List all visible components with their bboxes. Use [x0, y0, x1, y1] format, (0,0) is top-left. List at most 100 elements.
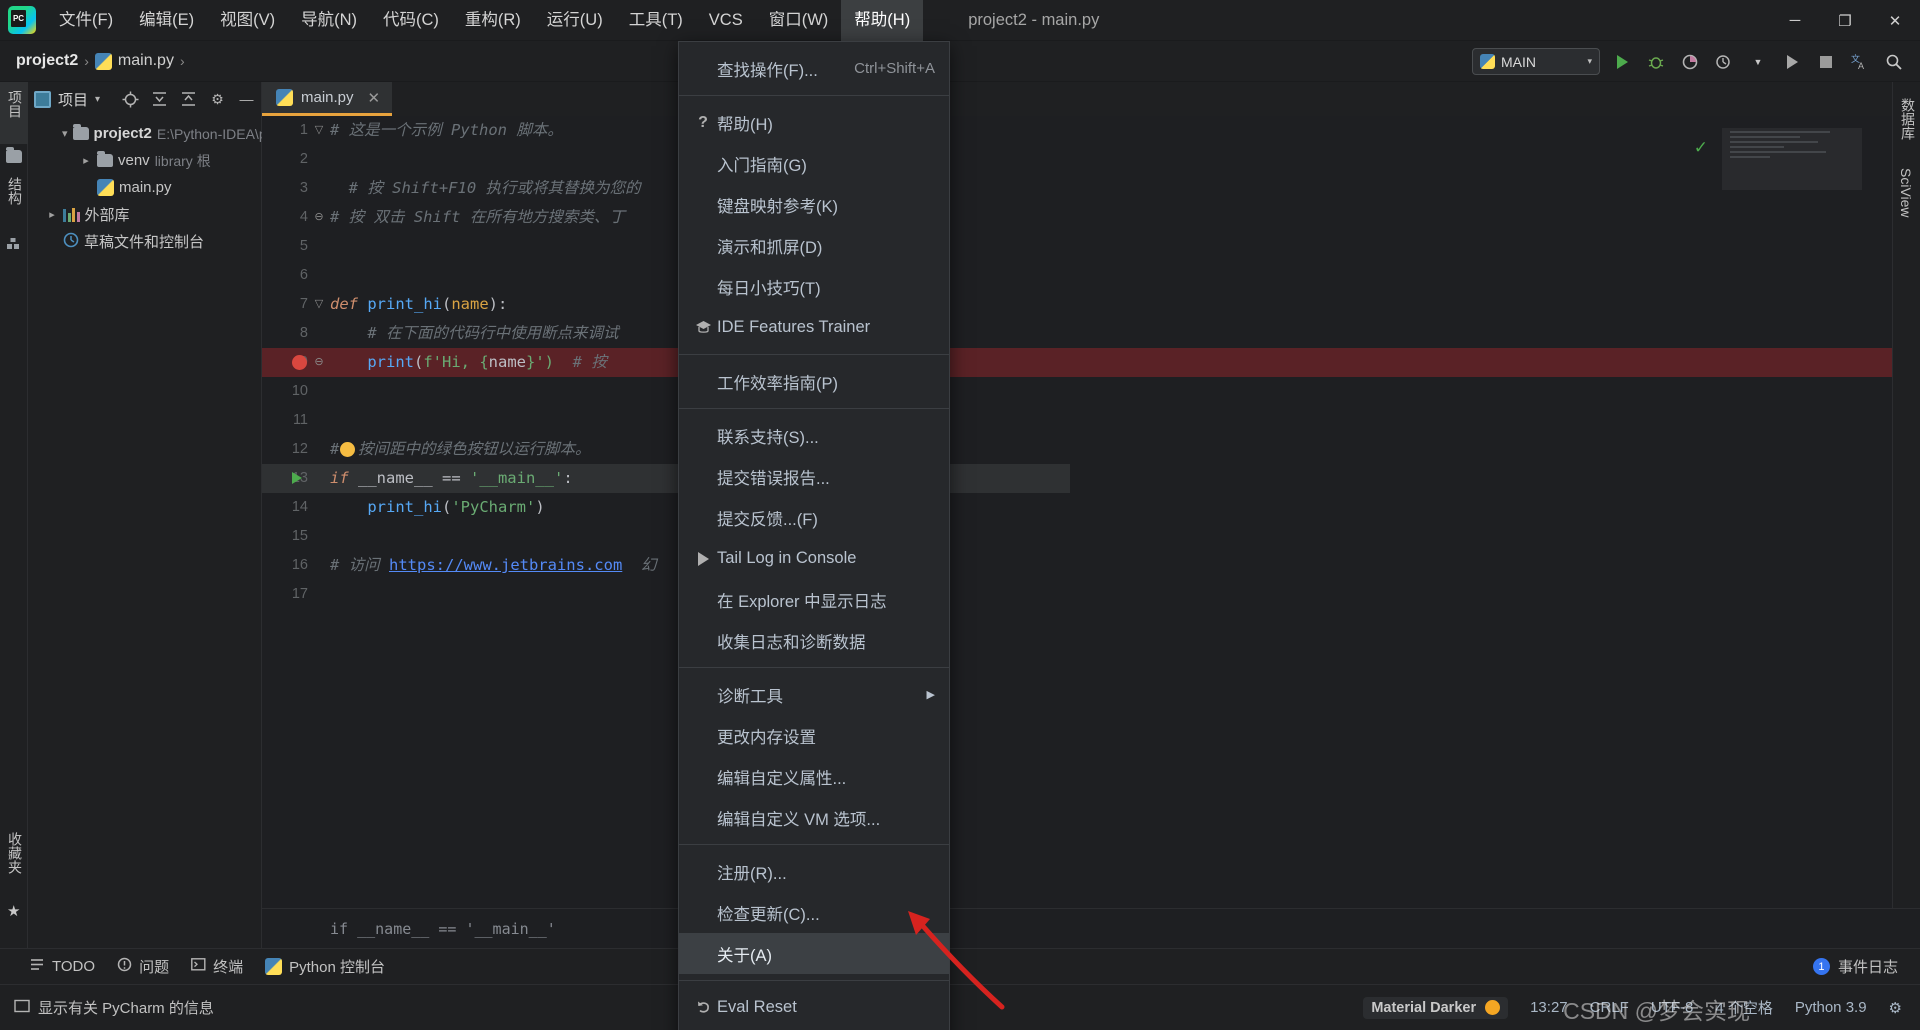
menu-demos-screencasts[interactable]: 演示和抓屏(D): [679, 225, 949, 266]
tree-node-venv[interactable]: ▸ venv library 根: [28, 147, 261, 174]
chevron-right-icon[interactable]: ▸: [80, 154, 92, 167]
code-editor[interactable]: 1▽# 这是一个示例 Python 脚本。23 # 按 Shift+F10 执行…: [262, 116, 1920, 948]
menu-edit-custom-vm-options[interactable]: 编辑自定义 VM 选项...: [679, 797, 949, 838]
code-line[interactable]: # 访问 https://www.jetbrains.com 幻: [262, 551, 1920, 580]
tree-node-scratches[interactable]: 草稿文件和控制台: [28, 228, 261, 255]
search-icon[interactable]: [1884, 52, 1904, 72]
menu-run[interactable]: 运行(U): [534, 0, 616, 41]
editor-minimap[interactable]: [1722, 128, 1862, 190]
code-line[interactable]: [262, 406, 1920, 435]
status-line-separator[interactable]: CRLF: [1590, 999, 1629, 1016]
menu-keymap-reference[interactable]: 键盘映射参考(K): [679, 184, 949, 225]
project-panel-title-group[interactable]: 项目 ▾: [34, 89, 100, 110]
menu-change-memory-settings[interactable]: 更改内存设置: [679, 715, 949, 756]
intention-bulb-icon[interactable]: [340, 442, 355, 457]
status-encoding[interactable]: UTF-8: [1651, 999, 1694, 1016]
code-line[interactable]: print_hi('PyCharm'): [262, 493, 1920, 522]
tool-favorites[interactable]: 收藏夹: [0, 824, 30, 896]
tool-database[interactable]: 数据库: [1893, 82, 1920, 160]
menu-navigate[interactable]: 导航(N): [288, 0, 370, 41]
minimize-button[interactable]: ─: [1770, 0, 1820, 41]
collapse-all-icon[interactable]: [180, 91, 197, 108]
maximize-button[interactable]: ❐: [1820, 0, 1870, 41]
run-button[interactable]: [1612, 52, 1632, 72]
theme-indicator[interactable]: Material Darker: [1363, 997, 1508, 1019]
code-line[interactable]: [262, 522, 1920, 551]
chevron-down-icon[interactable]: ▾: [95, 94, 100, 105]
code-line[interactable]: if __name__ == '__main__':: [262, 464, 1920, 493]
modules-strip-icon[interactable]: [0, 231, 27, 262]
twb-problems[interactable]: 问题: [117, 956, 169, 977]
code-line[interactable]: # 这是一个示例 Python 脚本。: [262, 116, 1920, 145]
twb-todo[interactable]: TODO: [30, 957, 95, 976]
event-log-group[interactable]: 1 事件日志: [1813, 956, 1920, 977]
menu-tail-log-console[interactable]: Tail Log in Console: [679, 538, 949, 579]
menu-register[interactable]: 注册(R)...: [679, 851, 949, 892]
select-opened-file-icon[interactable]: [122, 91, 139, 108]
menu-vcs[interactable]: VCS: [696, 0, 756, 41]
menu-submit-bug-report[interactable]: 提交错误报告...: [679, 456, 949, 497]
profiler-button[interactable]: [1714, 52, 1734, 72]
menu-view[interactable]: 视图(V): [207, 0, 288, 41]
menu-ide-features-trainer[interactable]: IDE Features Trainer: [679, 307, 949, 348]
code-line[interactable]: # 按 双击 Shift 在所有地方搜索类、丁: [262, 203, 1920, 232]
tool-project[interactable]: 项目: [0, 82, 30, 144]
twb-terminal[interactable]: 终端: [191, 956, 243, 977]
menu-tip-of-the-day[interactable]: 每日小技巧(T): [679, 266, 949, 307]
menu-find-action[interactable]: 查找操作(F)...Ctrl+Shift+A: [679, 48, 949, 89]
tree-node-external-libs[interactable]: ▸ 外部库: [28, 201, 261, 228]
profiler-dropdown-icon[interactable]: ▼: [1748, 52, 1768, 72]
menu-edit[interactable]: 编辑(E): [126, 0, 207, 41]
gear-icon[interactable]: ⚙: [209, 91, 226, 108]
code-line[interactable]: print(f'Hi, {name}') # 按: [262, 348, 1920, 377]
code-line[interactable]: # 按 Shift+F10 执行或将其替换为您的: [262, 174, 1920, 203]
tree-node-project2[interactable]: ▾ project2 E:\Python-IDEA\project2: [28, 120, 261, 147]
code-line[interactable]: [262, 232, 1920, 261]
menu-tools[interactable]: 工具(T): [616, 0, 696, 41]
menu-help-doc[interactable]: ?帮助(H): [679, 102, 949, 143]
menu-refactor[interactable]: 重构(R): [452, 0, 534, 41]
twb-python-console[interactable]: Python 控制台: [265, 956, 385, 977]
close-button[interactable]: ✕: [1870, 0, 1920, 41]
bookmark-star-icon[interactable]: ★: [7, 902, 20, 920]
run-coverage-button[interactable]: [1680, 52, 1700, 72]
run-with-profile-button[interactable]: [1782, 52, 1802, 72]
code-line[interactable]: [262, 377, 1920, 406]
code-line[interactable]: [262, 145, 1920, 174]
breadcrumb-project[interactable]: project2: [16, 52, 78, 70]
menu-file[interactable]: 文件(F): [46, 0, 126, 41]
debug-button[interactable]: [1646, 52, 1666, 72]
menu-diagnostic-tools[interactable]: 诊断工具▶: [679, 674, 949, 715]
close-icon[interactable]: ✕: [368, 89, 381, 107]
status-interpreter[interactable]: Python 3.9: [1795, 999, 1867, 1016]
translate-icon[interactable]: 文A: [1850, 52, 1870, 72]
menu-window[interactable]: 窗口(W): [756, 0, 842, 41]
code-line[interactable]: [262, 580, 1920, 609]
help-dropdown-menu[interactable]: 查找操作(F)...Ctrl+Shift+A?帮助(H)入门指南(G)键盘映射参…: [678, 41, 950, 1030]
editor-tab-mainpy[interactable]: main.py ✕: [262, 82, 392, 116]
expand-all-icon[interactable]: [151, 91, 168, 108]
tree-node-mainpy[interactable]: main.py: [28, 174, 261, 201]
menu-collect-logs[interactable]: 收集日志和诊断数据: [679, 620, 949, 661]
status-indent[interactable]: 4 个空格: [1715, 997, 1773, 1018]
menu-contact-support[interactable]: 联系支持(S)...: [679, 415, 949, 456]
folder-strip-icon[interactable]: [0, 144, 27, 169]
stop-button[interactable]: [1816, 52, 1836, 72]
chevron-down-icon[interactable]: ▾: [62, 127, 68, 140]
code-line[interactable]: # 在下面的代码行中使用断点来调试: [262, 319, 1920, 348]
code-line[interactable]: [262, 261, 1920, 290]
run-configuration-selector[interactable]: MAIN ▾: [1472, 48, 1600, 75]
breadcrumb-file[interactable]: main.py: [118, 52, 174, 70]
tool-structure[interactable]: 结构: [0, 169, 30, 231]
menu-show-log-explorer[interactable]: 在 Explorer 中显示日志: [679, 579, 949, 620]
menu-help[interactable]: 帮助(H): [841, 0, 923, 41]
chevron-right-icon[interactable]: ▸: [46, 208, 58, 221]
menu-productivity-guide[interactable]: 工作效率指南(P): [679, 361, 949, 402]
menu-code[interactable]: 代码(C): [370, 0, 452, 41]
code-line[interactable]: # 按间距中的绿色按钮以运行脚本。: [262, 435, 1920, 464]
menu-edit-custom-properties[interactable]: 编辑自定义属性...: [679, 756, 949, 797]
gear-icon[interactable]: ⚙: [1889, 999, 1902, 1017]
menu-submit-feedback[interactable]: 提交反馈...(F): [679, 497, 949, 538]
code-line[interactable]: def print_hi(name):: [262, 290, 1920, 319]
hide-panel-icon[interactable]: —: [238, 91, 255, 108]
